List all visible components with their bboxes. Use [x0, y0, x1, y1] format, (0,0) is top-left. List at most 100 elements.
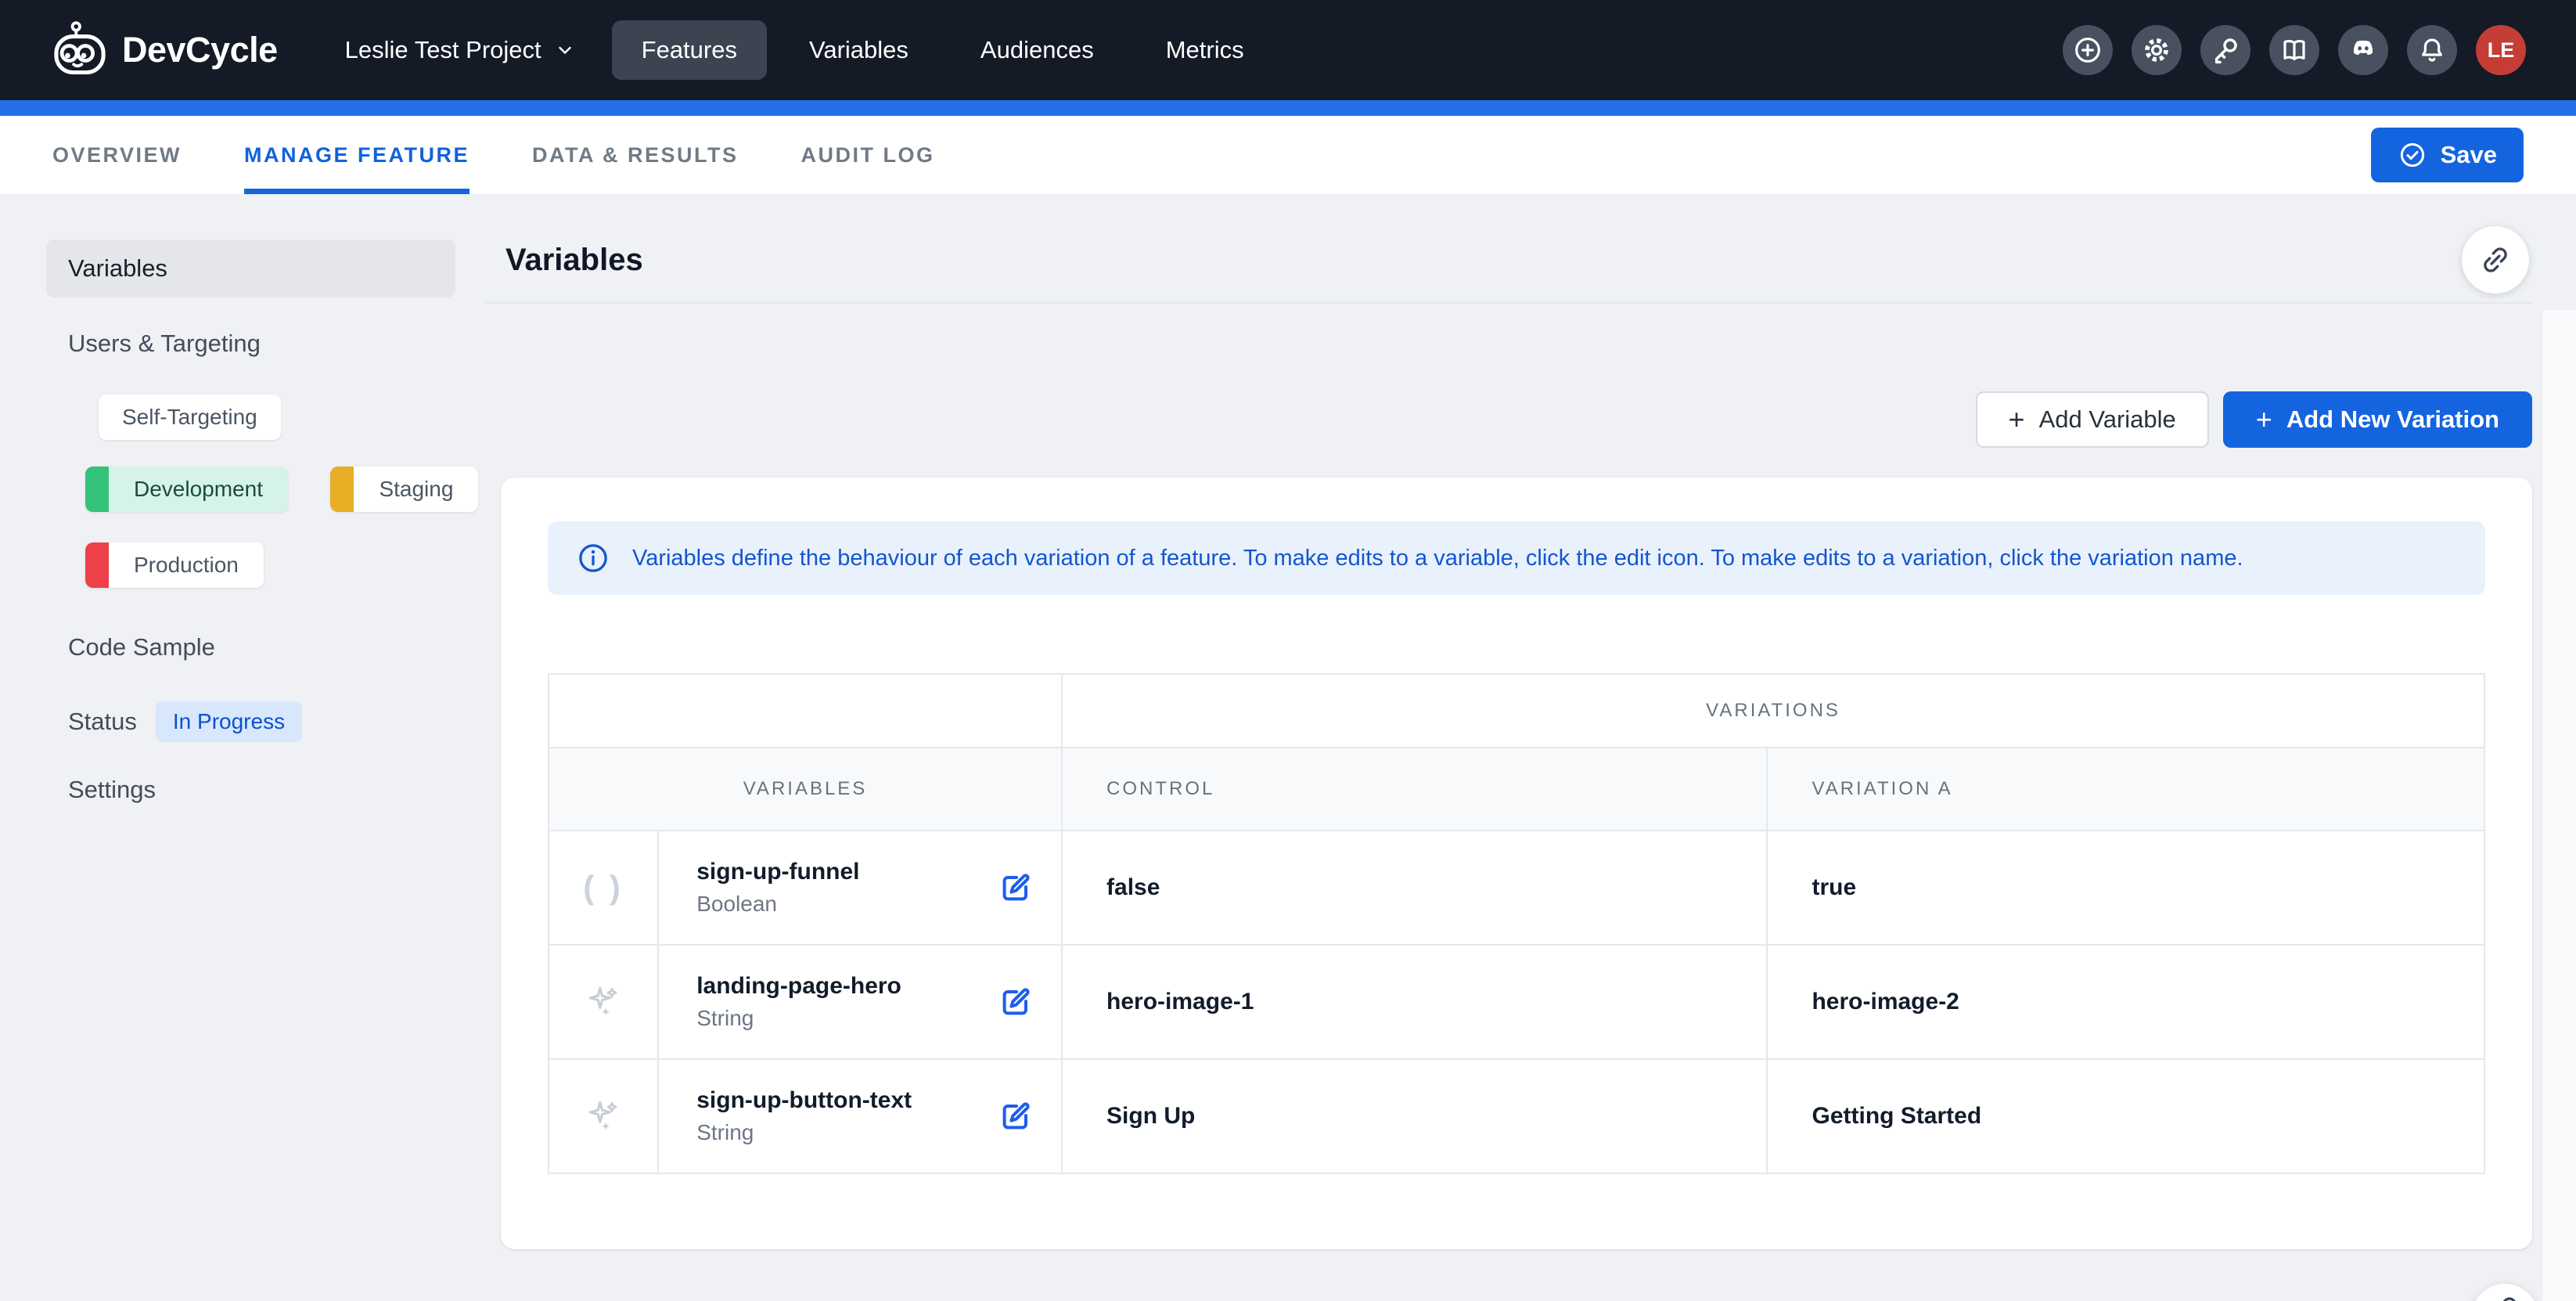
- chevron-down-icon: [556, 41, 574, 59]
- variable-name-cell: landing-page-hero String: [658, 945, 1062, 1059]
- tab-data-results[interactable]: DATA & RESULTS: [532, 116, 739, 194]
- env-development-label: Development: [109, 467, 288, 512]
- control-value: hero-image-1: [1062, 945, 1767, 1059]
- pencil-square-icon: [997, 869, 1034, 906]
- add-circle-button[interactable]: [2063, 25, 2113, 75]
- page-title: Variables: [505, 243, 643, 278]
- docs-button[interactable]: [2269, 25, 2319, 75]
- table-row: ( ) sign-up-funnel Boolean: [549, 831, 2484, 945]
- save-button[interactable]: Save: [2371, 128, 2524, 182]
- pencil-square-icon: [997, 1097, 1034, 1135]
- variables-card: Variables define the behaviour of each v…: [501, 478, 2532, 1249]
- open-book-icon: [2279, 34, 2310, 66]
- gear-icon: [2141, 34, 2172, 66]
- section-anchor-link-button[interactable]: [2462, 226, 2529, 294]
- add-new-variation-button[interactable]: + Add New Variation: [2223, 391, 2532, 448]
- devcycle-robot-icon: [50, 20, 110, 80]
- control-value: Sign Up: [1062, 1059, 1767, 1173]
- nav-features[interactable]: Features: [612, 20, 767, 80]
- api-keys-button[interactable]: [2200, 25, 2250, 75]
- env-staging-color-bar: [330, 467, 354, 512]
- pencil-square-icon: [997, 983, 1034, 1021]
- tab-manage-feature[interactable]: MANAGE FEATURE: [244, 116, 470, 194]
- discord-icon: [2347, 34, 2380, 67]
- plus-circle-icon: [2072, 34, 2103, 66]
- topbar-icon-group: LE: [2063, 25, 2526, 75]
- tab-audit-log[interactable]: AUDIT LOG: [801, 116, 935, 194]
- link-chain-icon: [2488, 1293, 2521, 1301]
- edit-variable-button[interactable]: [997, 869, 1034, 906]
- variable-name: landing-page-hero: [696, 973, 901, 1000]
- env-staging-label: Staging: [354, 467, 478, 512]
- user-avatar[interactable]: LE: [2476, 25, 2526, 75]
- content-area: Variables Users & Targeting Self-Targeti…: [0, 194, 2576, 1301]
- variable-name: sign-up-button-text: [696, 1087, 912, 1114]
- status-badge: In Progress: [156, 701, 302, 742]
- settings-button[interactable]: [2132, 25, 2182, 75]
- scrollbar-track[interactable]: [2542, 310, 2576, 1301]
- table-row: sign-up-button-text String: [549, 1059, 2484, 1173]
- add-variable-label: Add Variable: [2039, 405, 2176, 434]
- status-label: Status: [68, 708, 137, 736]
- nav-metrics[interactable]: Metrics: [1136, 20, 1274, 80]
- top-navbar: DevCycle Leslie Test Project Features Va…: [0, 0, 2576, 100]
- table-actions: + Add Variable + Add New Variation: [485, 391, 2532, 448]
- sidebar-item-self-targeting[interactable]: Self-Targeting: [99, 395, 281, 440]
- sidebar-item-settings[interactable]: Settings: [46, 766, 485, 814]
- variable-type: String: [696, 1120, 912, 1145]
- feature-tabbar: OVERVIEW MANAGE FEATURE DATA & RESULTS A…: [0, 116, 2576, 194]
- variable-type: String: [696, 1006, 901, 1031]
- primary-nav: Features Variables Audiences Metrics: [612, 20, 1274, 80]
- main-panel: Variables + Add Variable + Add New Varia…: [485, 194, 2576, 1301]
- sidebar-item-variables[interactable]: Variables: [46, 240, 455, 297]
- variation-a-value: true: [1767, 831, 2484, 945]
- string-sparkles-icon: [549, 982, 657, 1022]
- sidebar-item-env-staging[interactable]: Staging: [330, 467, 478, 512]
- check-circle-icon: [2398, 140, 2427, 170]
- sidebar-item-status[interactable]: Status In Progress: [46, 701, 485, 742]
- save-button-label: Save: [2441, 141, 2497, 169]
- variation-a-value: hero-image-2: [1767, 945, 2484, 1059]
- edit-variable-button[interactable]: [997, 1097, 1034, 1135]
- sidebar-item-code-sample[interactable]: Code Sample: [46, 623, 485, 672]
- column-header-control: CONTROL: [1062, 748, 1767, 831]
- env-production-color-bar: [85, 542, 109, 588]
- link-chain-icon: [2479, 243, 2512, 276]
- control-value: false: [1062, 831, 1767, 945]
- table-spacer-cell: [549, 674, 1062, 748]
- plus-icon: +: [2256, 403, 2272, 436]
- tab-overview[interactable]: OVERVIEW: [52, 116, 182, 194]
- variations-group-header: VARIATIONS: [1062, 674, 2484, 748]
- add-new-variation-label: Add New Variation: [2286, 405, 2499, 434]
- add-variable-button[interactable]: + Add Variable: [1976, 391, 2209, 448]
- variables-table: VARIATIONS VARIABLES CONTROL VARIATION A: [548, 673, 2485, 1174]
- sidebar-item-users-targeting[interactable]: Users & Targeting: [46, 319, 485, 368]
- section-header: Variables: [485, 194, 2532, 304]
- edit-variable-button[interactable]: [997, 983, 1034, 1021]
- column-header-variables: VARIABLES: [549, 748, 1062, 831]
- sidebar-item-env-development[interactable]: Development: [85, 467, 288, 512]
- info-banner-text: Variables define the behaviour of each v…: [632, 546, 2243, 571]
- string-sparkles-icon: [549, 1097, 657, 1136]
- bell-icon: [2416, 34, 2448, 66]
- column-header-variation-a: VARIATION A: [1767, 748, 2484, 831]
- variable-type-cell: [549, 1059, 658, 1173]
- sidebar-item-env-production[interactable]: Production: [85, 542, 264, 588]
- table-row: landing-page-hero String: [549, 945, 2484, 1059]
- variable-type-cell: [549, 945, 658, 1059]
- env-production-label: Production: [109, 542, 264, 588]
- notifications-button[interactable]: [2407, 25, 2457, 75]
- logo-wordmark: DevCycle: [122, 30, 278, 70]
- variable-type-cell: ( ): [549, 831, 658, 945]
- info-circle-icon: [576, 541, 610, 575]
- nav-audiences[interactable]: Audiences: [951, 20, 1124, 80]
- devcycle-logo[interactable]: DevCycle: [50, 20, 278, 80]
- discord-button[interactable]: [2338, 25, 2388, 75]
- variation-a-value: Getting Started: [1767, 1059, 2484, 1173]
- variable-name-cell: sign-up-funnel Boolean: [658, 831, 1062, 945]
- boolean-type-icon: ( ): [583, 869, 624, 906]
- key-icon: [2210, 34, 2241, 66]
- project-selector[interactable]: Leslie Test Project: [345, 36, 574, 64]
- nav-variables[interactable]: Variables: [779, 20, 938, 80]
- accent-strip: [0, 100, 2576, 116]
